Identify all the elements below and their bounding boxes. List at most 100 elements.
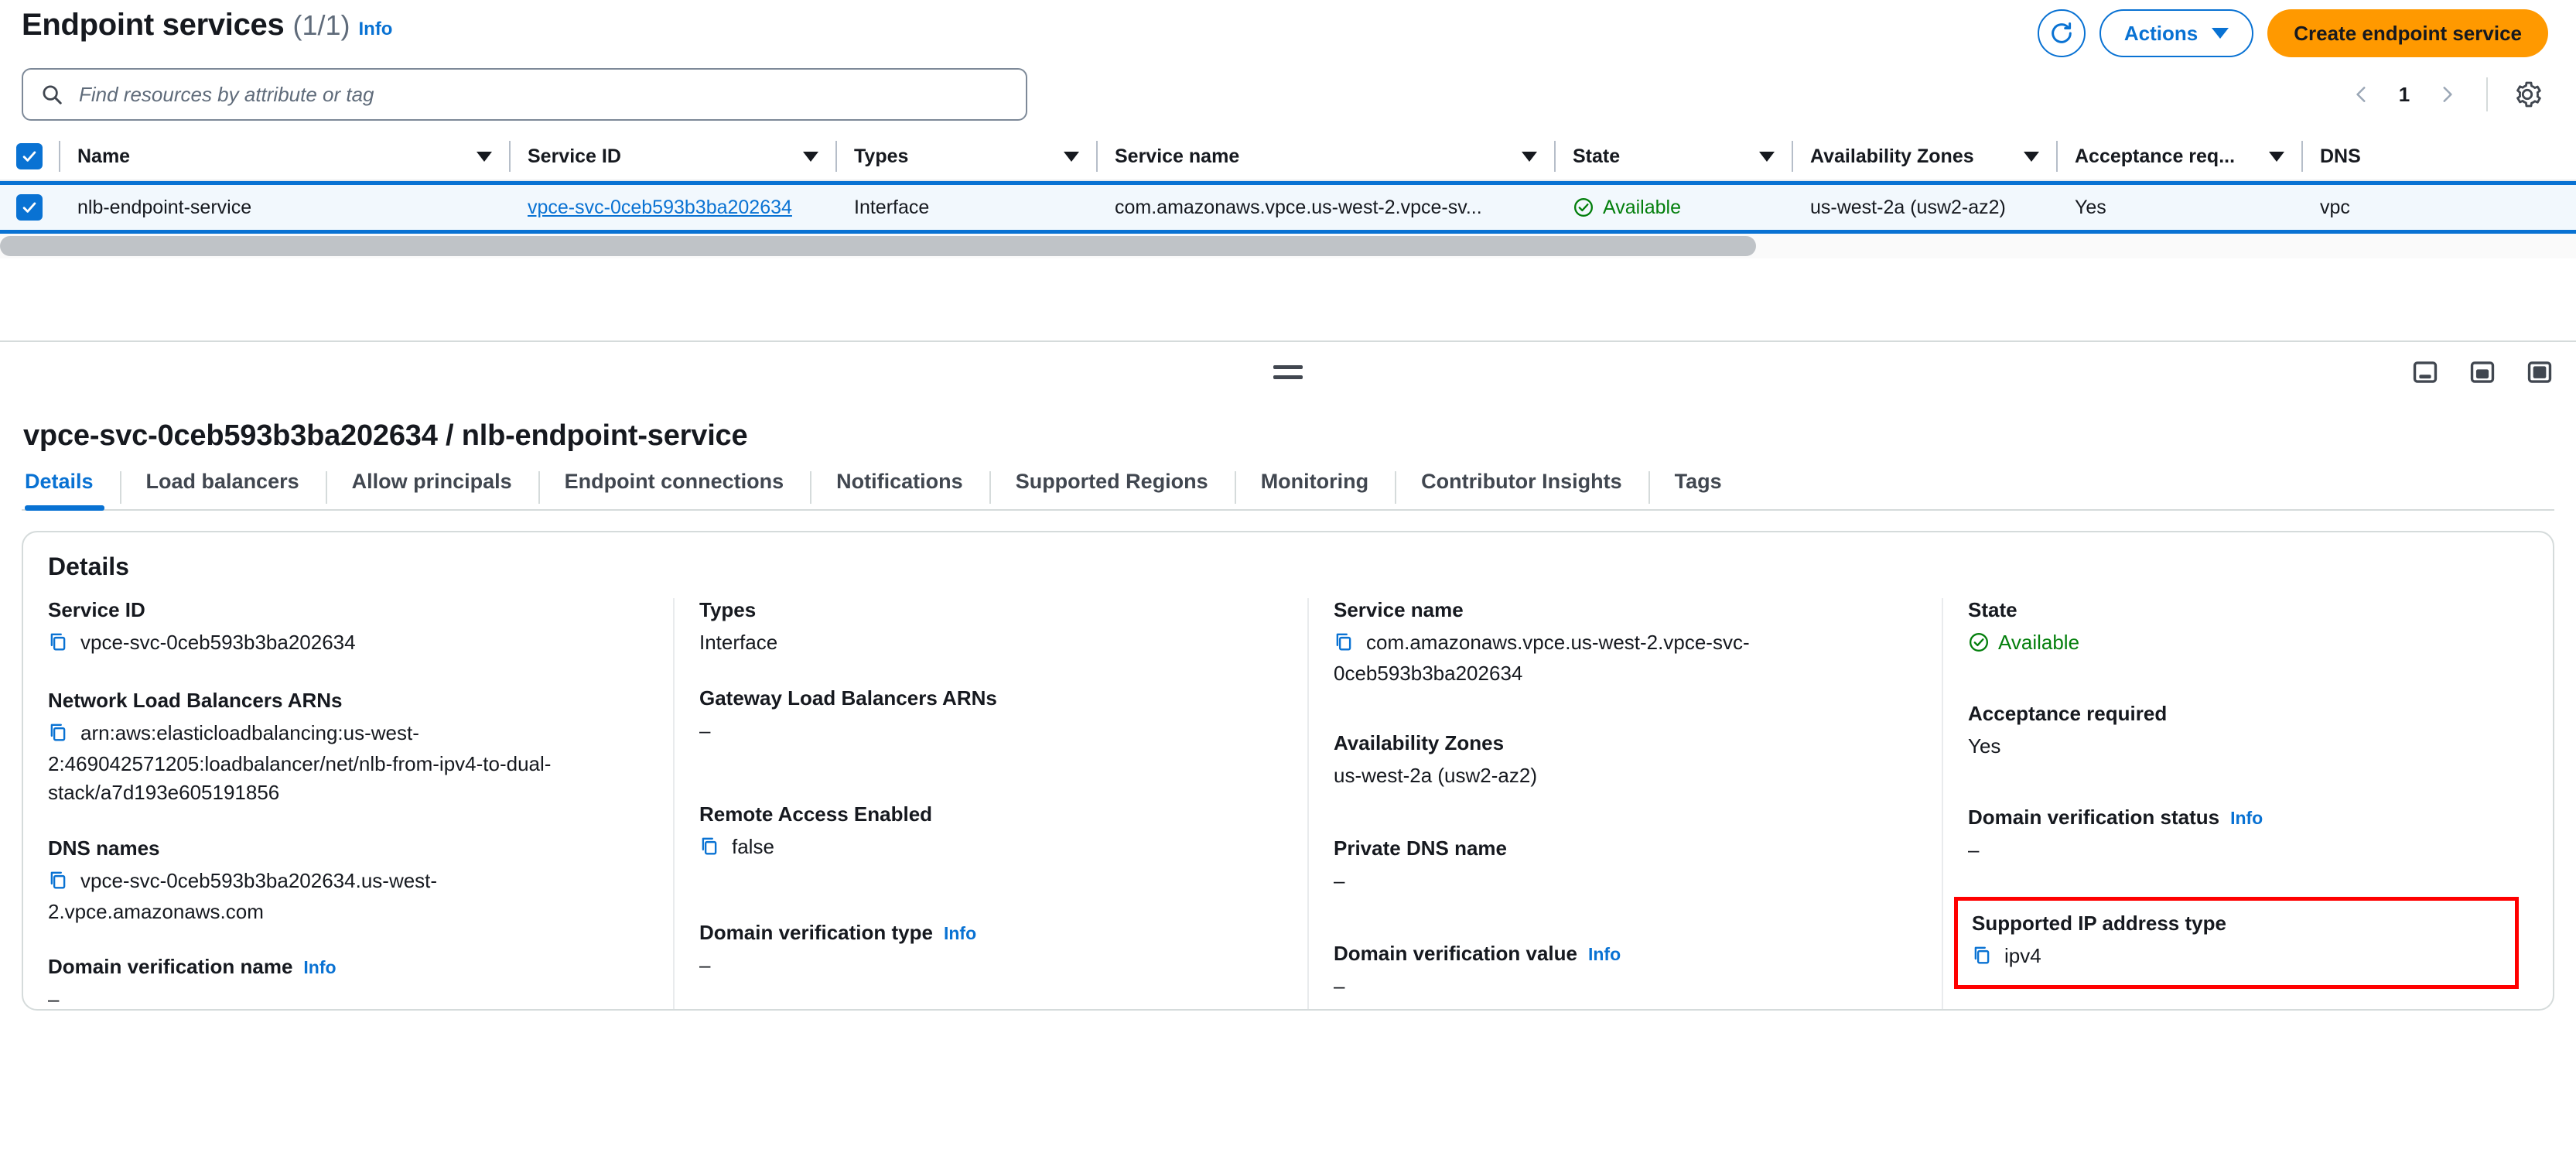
sort-caret-icon[interactable] xyxy=(1522,151,1537,162)
panel-large-icon[interactable] xyxy=(2526,359,2553,385)
tab-allow-principals[interactable]: Allow principals xyxy=(325,470,538,509)
sort-caret-icon[interactable] xyxy=(2024,151,2039,162)
tab-label: Load balancers xyxy=(145,470,299,493)
field-remote-access-enabled: Remote Access Enabled false xyxy=(699,802,1283,864)
tab-monitoring[interactable]: Monitoring xyxy=(1234,470,1395,509)
pagination: 1 xyxy=(2341,74,2548,115)
status-available-icon xyxy=(1969,633,1989,652)
service-id-link[interactable]: vpce-svc-0ceb593b3ba202634 xyxy=(528,197,792,219)
panel-medium-icon[interactable] xyxy=(2469,359,2496,385)
info-link[interactable]: Info xyxy=(303,957,336,978)
field-value: Interface xyxy=(699,631,778,654)
details-column-1: Service ID vpce-svc-0ceb593b3ba202634 Ne… xyxy=(23,598,673,1009)
sort-caret-icon[interactable] xyxy=(1064,151,1079,162)
field-label: Domain verification status Info xyxy=(1968,805,2263,829)
table-horizontal-scrollbar[interactable] xyxy=(0,234,2576,258)
copy-icon[interactable] xyxy=(48,721,68,750)
copy-icon[interactable] xyxy=(48,869,68,898)
copy-icon[interactable] xyxy=(699,835,719,864)
field-value: false xyxy=(699,833,1283,864)
select-all-checkbox[interactable] xyxy=(16,143,43,169)
search-input[interactable]: Find resources by attribute or tag xyxy=(22,68,1027,121)
table-tools-row: Find resources by attribute or tag 1 xyxy=(0,57,2576,121)
tab-notifications[interactable]: Notifications xyxy=(810,470,989,509)
column-header-service-name[interactable]: Service name xyxy=(1098,145,1554,168)
sort-caret-icon[interactable] xyxy=(477,151,492,162)
previous-page-button[interactable] xyxy=(2341,74,2383,115)
cell-acceptance-required: Yes xyxy=(2075,196,2106,218)
tab-tags[interactable]: Tags xyxy=(1648,470,1748,509)
field-label: State xyxy=(1968,598,2017,621)
field-dns-names: DNS names vpce-svc-0ceb593b3ba202634.us-… xyxy=(48,836,648,926)
copy-icon[interactable] xyxy=(1972,944,1992,973)
tab-details[interactable]: Details xyxy=(22,470,120,511)
field-value: us-west-2a (usw2-az2) xyxy=(1334,763,1537,787)
tab-label: Allow principals xyxy=(351,470,512,493)
field-value: – xyxy=(1334,973,1345,997)
field-types: Types Interface xyxy=(699,598,1283,657)
tab-contributor-insights[interactable]: Contributor Insights xyxy=(1395,470,1648,509)
column-header-label: Service ID xyxy=(528,145,621,167)
column-header-name[interactable]: Name xyxy=(60,145,509,168)
column-header-label: Service name xyxy=(1115,145,1240,167)
field-domain-verification-type: Domain verification type Info – xyxy=(699,921,1283,980)
refresh-icon xyxy=(2052,22,2072,43)
create-endpoint-service-button[interactable]: Create endpoint service xyxy=(2267,9,2548,57)
field-label: Service name xyxy=(1334,598,1464,621)
scrollbar-thumb[interactable] xyxy=(0,236,1756,256)
tab-load-balancers[interactable]: Load balancers xyxy=(119,470,326,509)
info-link[interactable]: Info xyxy=(944,923,976,944)
sort-caret-icon[interactable] xyxy=(2269,151,2284,162)
table-row[interactable]: nlb-endpoint-service vpce-svc-0ceb593b3b… xyxy=(0,181,2576,234)
column-header-dns[interactable]: DNS xyxy=(2303,145,2458,168)
column-header-label: DNS xyxy=(2320,145,2361,167)
field-label: Gateway Load Balancers ARNs xyxy=(699,686,997,710)
field-label: Private DNS name xyxy=(1334,836,1507,860)
refresh-button[interactable] xyxy=(2037,9,2086,57)
copy-icon[interactable] xyxy=(1334,631,1354,659)
tab-supported-regions[interactable]: Supported Regions xyxy=(989,470,1235,509)
field-value: – xyxy=(699,718,711,742)
next-page-button[interactable] xyxy=(2426,74,2468,115)
panel-small-icon[interactable] xyxy=(2412,359,2438,385)
page-info-link[interactable]: Info xyxy=(358,19,392,40)
page-number-1[interactable]: 1 xyxy=(2387,83,2421,107)
column-header-acceptance-required[interactable]: Acceptance req... xyxy=(2058,145,2301,168)
column-header-service-id[interactable]: Service ID xyxy=(511,145,835,168)
tab-endpoint-connections[interactable]: Endpoint connections xyxy=(538,470,811,509)
field-label: Supported IP address type xyxy=(1972,911,2226,935)
panel-splitter[interactable] xyxy=(0,340,2576,402)
actions-button[interactable]: Actions xyxy=(2099,9,2254,57)
tab-label: Monitoring xyxy=(1260,470,1369,493)
status-available-icon xyxy=(1573,197,1594,217)
state-label: Available xyxy=(1998,631,2080,654)
details-column-2: Types Interface Gateway Load Balancers A… xyxy=(673,598,1307,1009)
copy-icon[interactable] xyxy=(48,631,68,659)
drag-handle-bar xyxy=(1273,375,1303,379)
cell-state: Available xyxy=(1556,197,1792,219)
page-title-group: Endpoint services (1/1) Info xyxy=(22,8,392,43)
check-icon xyxy=(22,151,36,162)
field-value: com.amazonaws.vpce.us-west-2.vpce-svc-0c… xyxy=(1334,628,1917,688)
column-header-types[interactable]: Types xyxy=(837,145,1096,168)
field-value: ipv4 xyxy=(1972,942,2501,973)
field-value: – xyxy=(1968,837,1980,861)
create-endpoint-service-label: Create endpoint service xyxy=(2294,21,2522,45)
field-gateway-load-balancers-arns: Gateway Load Balancers ARNs – xyxy=(699,686,1283,745)
table-preferences-button[interactable] xyxy=(2506,74,2548,115)
field-domain-verification-status: Domain verification status Info – xyxy=(1968,806,2505,864)
field-value: vpce-svc-0ceb593b3ba202634.us-west-2.vpc… xyxy=(48,867,648,926)
splitter-drag-handle[interactable] xyxy=(1273,365,1303,379)
info-link[interactable]: Info xyxy=(2230,808,2263,829)
field-value-text: ipv4 xyxy=(2004,943,2041,967)
info-link[interactable]: Info xyxy=(1588,944,1621,965)
sort-caret-icon[interactable] xyxy=(803,151,818,162)
page-title: Endpoint services xyxy=(22,8,285,42)
cell-name: nlb-endpoint-service xyxy=(77,196,252,218)
sort-caret-icon[interactable] xyxy=(1759,151,1775,162)
field-domain-verification-name: Domain verification name Info – xyxy=(48,955,648,1009)
row-select-checkbox[interactable] xyxy=(16,194,43,221)
field-network-load-balancers-arns: Network Load Balancers ARNs arn:aws:elas… xyxy=(48,689,648,807)
column-header-state[interactable]: State xyxy=(1556,145,1792,168)
column-header-availability-zones[interactable]: Availability Zones xyxy=(1793,145,2056,168)
